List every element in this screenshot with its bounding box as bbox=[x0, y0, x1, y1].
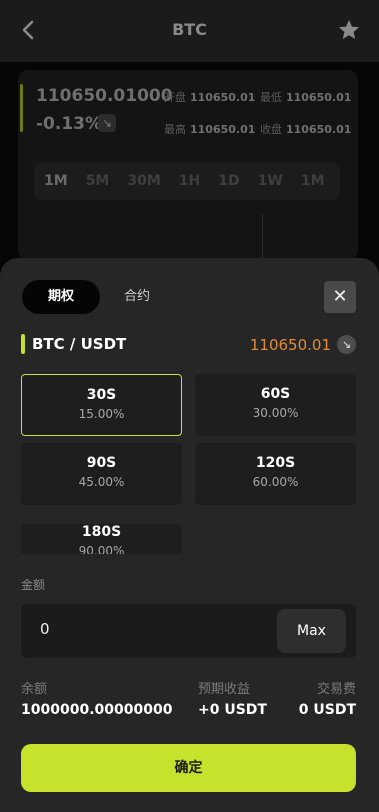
option-rate: 15.00% bbox=[78, 407, 125, 421]
option-list-clip: 180S 90.00% bbox=[21, 512, 182, 554]
option-duration: 120S bbox=[255, 455, 296, 471]
option-duration: 60S bbox=[260, 386, 291, 402]
amount-label: 金额 bbox=[21, 578, 46, 592]
option-duration: 30S bbox=[86, 387, 117, 403]
arrow-down-right-icon: ↘ bbox=[98, 114, 116, 132]
period-tab[interactable]: 1H bbox=[179, 173, 200, 189]
chart-gridline bbox=[262, 214, 263, 260]
period-tab[interactable]: 1M bbox=[301, 173, 325, 189]
close-button[interactable]: ✕ bbox=[324, 281, 356, 313]
option-card-90s[interactable]: 90S 45.00% bbox=[21, 443, 182, 505]
pair-price: 110650.01 bbox=[249, 336, 331, 354]
fee-value: 0 USDT bbox=[298, 702, 356, 718]
top-bar: BTC bbox=[0, 0, 379, 62]
confirm-button[interactable]: 确定 bbox=[21, 744, 356, 792]
max-button[interactable]: Max bbox=[277, 609, 346, 653]
tab-options[interactable]: 期权 bbox=[22, 280, 100, 314]
amount-input[interactable] bbox=[40, 620, 240, 638]
option-rate: 30.00% bbox=[252, 406, 299, 420]
period-tab[interactable]: 30M bbox=[127, 173, 160, 189]
quote-accent-bar bbox=[20, 84, 23, 132]
page-title: BTC bbox=[172, 20, 207, 39]
option-card-30s[interactable]: 30S 15.00% bbox=[21, 374, 182, 436]
option-rate: 45.00% bbox=[78, 475, 125, 489]
option-duration: 180S bbox=[81, 524, 122, 540]
pair-accent-bar bbox=[21, 334, 25, 354]
period-tab[interactable]: 1D bbox=[218, 173, 239, 189]
arrow-down-right-icon: ↘ bbox=[337, 335, 356, 354]
stat-high: 最高 110650.01 bbox=[164, 123, 256, 136]
option-rate: 90.00% bbox=[78, 544, 125, 554]
fee-label: 交易费 bbox=[316, 682, 356, 697]
pair-name: BTC / USDT bbox=[32, 335, 127, 353]
tab-contract[interactable]: 合约 bbox=[112, 280, 162, 314]
stat-close: 收盘 110650.01 bbox=[260, 123, 352, 136]
stat-low: 最低 110650.01 bbox=[260, 91, 352, 104]
balance-value: 1000000.00000000 bbox=[21, 702, 173, 718]
balance-label: 余额 bbox=[21, 682, 48, 697]
period-selector: 1M 5M 30M 1H 1D 1W 1M bbox=[34, 162, 340, 200]
period-tab[interactable]: 1W bbox=[258, 173, 283, 189]
quote-price: 110650.01000 bbox=[36, 86, 173, 106]
star-icon[interactable] bbox=[337, 18, 361, 42]
period-tab[interactable]: 1M bbox=[44, 173, 68, 189]
option-card-120s[interactable]: 120S 60.00% bbox=[195, 443, 356, 505]
period-tab[interactable]: 5M bbox=[86, 173, 110, 189]
option-duration: 90S bbox=[86, 455, 117, 471]
option-card-180s[interactable]: 180S 90.00% bbox=[21, 524, 182, 554]
option-card-60s[interactable]: 60S 30.00% bbox=[195, 374, 356, 436]
quote-change: -0.13% bbox=[36, 114, 103, 134]
option-rate: 60.00% bbox=[252, 475, 299, 489]
expected-profit-label: 预期收益 bbox=[198, 682, 251, 697]
expected-profit-value: +0 USDT bbox=[198, 702, 267, 718]
stat-open: 开盘 110650.01 bbox=[164, 91, 256, 104]
